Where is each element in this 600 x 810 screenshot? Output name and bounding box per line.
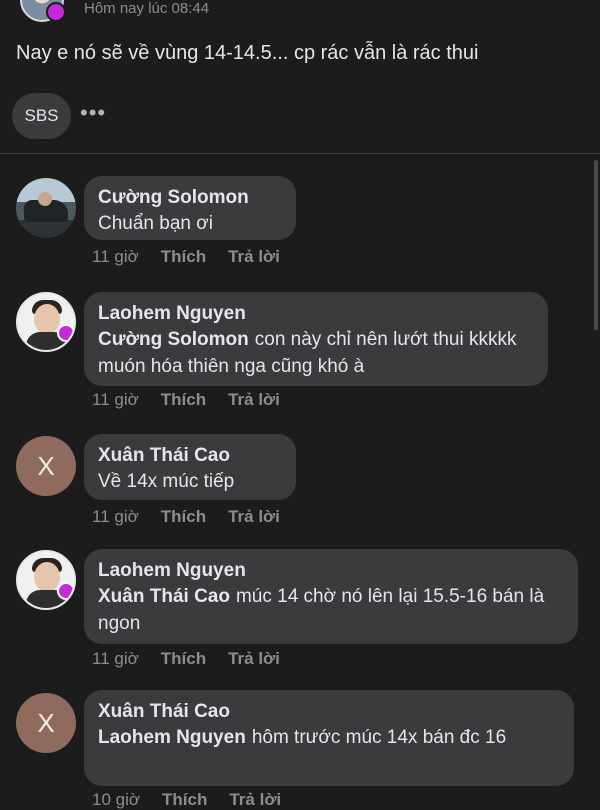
avatar[interactable]: X bbox=[16, 693, 76, 753]
post-text: Nay e nó sẽ về vùng 14-14.5... cp rác vẫ… bbox=[16, 42, 479, 64]
comment-time[interactable]: 11 giờ bbox=[92, 649, 139, 669]
comment-actions: 11 giờ Thích Trả lời bbox=[92, 390, 302, 410]
like-button[interactable]: Thích bbox=[161, 649, 206, 669]
comment-actions: 11 giờ Thích Trả lời bbox=[92, 247, 302, 267]
comment-text: hôm trước múc 14x bán đc 16 bbox=[251, 727, 507, 748]
like-button[interactable]: Thích bbox=[161, 247, 206, 267]
comment-bubble: Xuân Thái Cao Về 14x múc tiếp bbox=[84, 434, 296, 500]
reply-button[interactable]: Trả lời bbox=[228, 507, 280, 527]
divider bbox=[0, 153, 600, 154]
like-button[interactable]: Thích bbox=[161, 507, 206, 527]
more-options-icon[interactable]: ••• bbox=[80, 100, 106, 126]
comment-time[interactable]: 11 giờ bbox=[92, 507, 139, 527]
comment-time[interactable]: 10 giờ bbox=[92, 790, 140, 810]
stock-tag-chip[interactable]: SBS bbox=[12, 93, 71, 139]
comment-bubble: Laohem Nguyen Xuân Thái Cao múc 14 chờ nó… bbox=[84, 549, 578, 644]
comment-time[interactable]: 11 giờ bbox=[92, 390, 139, 410]
comment-text: Về 14x múc tiếp bbox=[98, 471, 235, 492]
comment-author[interactable]: Xuân Thái Cao bbox=[98, 699, 560, 724]
comment-time[interactable]: 11 giờ bbox=[92, 247, 139, 267]
post-timestamp[interactable]: Hôm nay lúc 08:44 bbox=[84, 0, 209, 17]
like-button[interactable]: Thích bbox=[161, 390, 206, 410]
avatar[interactable] bbox=[16, 550, 76, 610]
post-header: Hôm nay lúc 08:44 bbox=[0, 0, 600, 30]
avatar-frame-badge bbox=[57, 582, 74, 600]
comment-bubble: Xuân Thái Cao Laohem Nguyen hôm trước múc… bbox=[84, 690, 574, 786]
reply-button[interactable]: Trả lời bbox=[229, 790, 281, 810]
comment-text: Chuẩn bạn ơi bbox=[98, 213, 213, 234]
comment-bubble: Cường Solomon Chuẩn bạn ơi bbox=[84, 176, 296, 240]
avatar[interactable]: X bbox=[16, 436, 76, 496]
comment-author[interactable]: Xuân Thái Cao bbox=[98, 443, 282, 468]
avatar[interactable] bbox=[16, 178, 76, 238]
comment-author[interactable]: Cường Solomon bbox=[98, 185, 282, 210]
comment-author[interactable]: Laohem Nguyen bbox=[98, 301, 534, 326]
post-author-avatar[interactable] bbox=[20, 0, 66, 22]
avatar[interactable] bbox=[16, 292, 76, 352]
reply-button[interactable]: Trả lời bbox=[228, 390, 280, 410]
comment-author[interactable]: Laohem Nguyen bbox=[98, 558, 564, 583]
comment-mention[interactable]: Laohem Nguyen bbox=[98, 727, 246, 748]
like-button[interactable]: Thích bbox=[162, 790, 207, 810]
reply-button[interactable]: Trả lời bbox=[228, 649, 280, 669]
comment-mention[interactable]: Cường Solomon bbox=[98, 329, 249, 350]
comment-mention[interactable]: Xuân Thái Cao bbox=[98, 586, 230, 607]
avatar-frame-badge bbox=[57, 324, 74, 342]
scrollbar[interactable] bbox=[594, 160, 598, 330]
reply-button[interactable]: Trả lời bbox=[228, 247, 280, 267]
comment-actions: 11 giờ Thích Trả lời bbox=[92, 507, 302, 527]
comment-actions: 10 giờ Thích Trả lời bbox=[92, 790, 303, 810]
avatar-frame-badge bbox=[46, 2, 66, 22]
comment-actions: 11 giờ Thích Trả lời bbox=[92, 649, 302, 669]
comment-bubble: Laohem Nguyen Cường Solomon con này chỉ n… bbox=[84, 292, 548, 386]
